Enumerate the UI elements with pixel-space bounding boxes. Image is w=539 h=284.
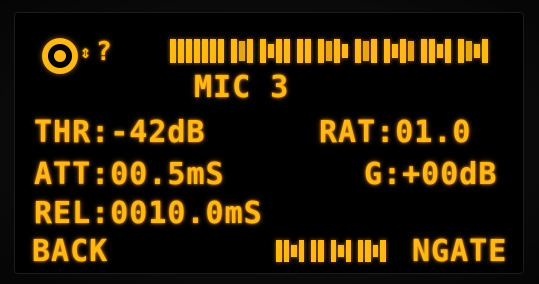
level-meter [170, 36, 539, 66]
encoder-knob-icon [42, 38, 78, 74]
gain-value[interactable]: G:+00dB [364, 160, 497, 190]
attack-value[interactable]: ATT:00.5mS [34, 160, 225, 190]
mini-meter [276, 238, 386, 264]
threshold-value[interactable]: THR:-42dB [34, 118, 206, 148]
mode-button-ngate[interactable]: NGATE [412, 237, 507, 267]
channel-title: MIC 3 [194, 70, 290, 105]
back-button[interactable]: BACK [32, 237, 108, 267]
device-bezel: ⇕ ? MIC 3 THR:-42dB RAT:01.0 ATT:00.5mS … [0, 0, 539, 284]
ratio-value[interactable]: RAT:01.0 [319, 118, 472, 148]
oled-display: ⇕ ? MIC 3 THR:-42dB RAT:01.0 ATT:00.5mS … [14, 12, 524, 274]
release-value[interactable]: REL:0010.0mS [34, 199, 263, 229]
link-icon: ⇕ [80, 42, 91, 63]
status-question-icon: ? [96, 37, 113, 67]
